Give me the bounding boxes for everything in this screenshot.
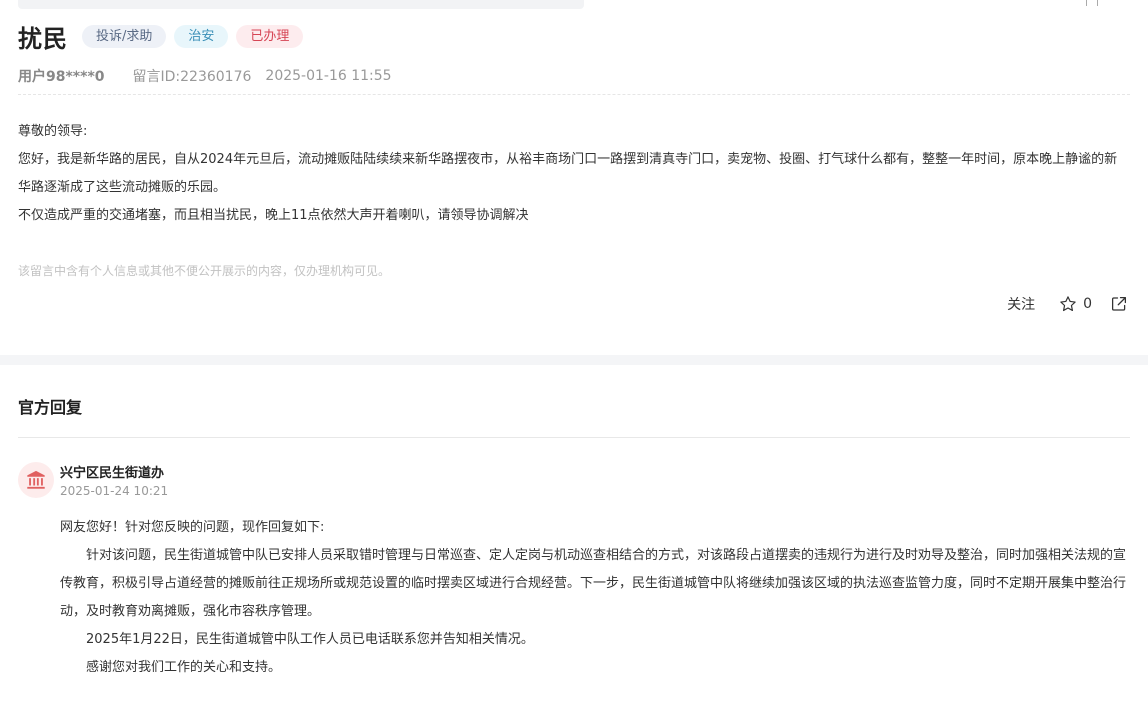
content-paragraph: 尊敬的领导: [18,124,88,139]
share-icon [1111,296,1127,311]
reply-divider [18,437,1130,438]
reply-time: 2025-01-24 10:21 [60,484,169,498]
top-right-icon [1086,0,1098,6]
reply-paragraph: 2025年1月22日，民生街道城管中队工作人员已电话联系您并告知相关情况。 [86,632,534,647]
title-row: 扰民 投诉/求助 治安 已办理 [18,20,311,53]
post-content: 尊敬的领导: 您好，我是新华路的居民，自从2024年元旦后，流动摊贩陆陆续续来新… [18,118,1130,230]
reply-paragraph: 网友您好！针对您反映的问题，现作回复如下: [60,520,325,535]
section-separator [0,355,1148,365]
reply-paragraph: 针对该问题，民生街道城管中队已安排人员采取错时管理与日常巡查、定人定岗与机动巡查… [60,548,1127,619]
reply-org-name: 兴宁区民生街道办 [60,466,165,481]
type-tag: 投诉/求助 [82,24,167,48]
status-badge: 已办理 [236,24,304,48]
like-count: 0 [1083,296,1092,312]
government-building-icon [27,470,45,489]
post-meta: 用户98****0 留言ID:22360176 2025-01-16 11:55 [18,66,392,86]
post-datetime: 2025-01-16 11:55 [265,68,392,84]
official-reply-heading: 官方回复 [18,398,83,417]
post-actions: 关注 0 [1007,292,1128,316]
reply-body: 网友您好！针对您反映的问题，现作回复如下: 针对该问题，民生街道城管中队已安排人… [60,514,1132,682]
content-paragraph: 您好，我是新华路的居民，自从2024年元旦后，流动摊贩陆陆续续来新华路摆夜市，从… [18,152,1118,195]
post-user: 用户98****0 [18,69,105,85]
follow-button[interactable]: 关注 [1007,294,1035,314]
message-id: 留言ID:22360176 [132,69,252,85]
avatar [18,462,54,498]
reply-paragraph: 感谢您对我们工作的关心和支持。 [86,660,282,675]
top-breadcrumb-strip [18,0,584,9]
share-button[interactable] [1110,295,1128,313]
star-icon [1060,296,1076,312]
privacy-note: 该留言中含有个人信息或其他不便公开展示的内容，仅办理机构可见。 [18,264,391,278]
page-title: 扰民 [18,24,68,53]
like-button[interactable]: 0 [1059,295,1092,313]
category-tag: 治安 [174,24,229,48]
content-paragraph: 不仅造成严重的交通堵塞，而且相当扰民，晚上11点依然大声开着喇叭，请领导协调解决 [18,208,529,223]
meta-divider [18,94,1130,95]
